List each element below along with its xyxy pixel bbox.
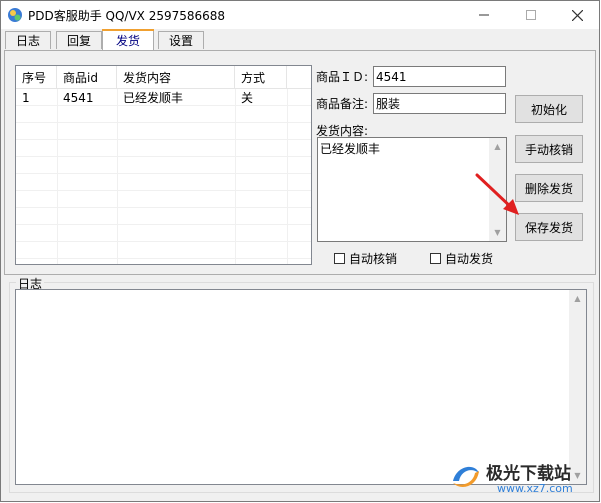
tab-reply[interactable]: 回复 — [56, 31, 102, 49]
close-button[interactable] — [554, 1, 600, 29]
product-note-label: 商品备注: — [316, 97, 369, 111]
column-header-index[interactable]: 序号 — [16, 66, 57, 88]
table-row-empty — [16, 191, 311, 208]
table-row-empty — [16, 174, 311, 191]
title-bar: PDD客服助手 QQ/VX 2597586688 — [1, 1, 599, 29]
app-icon — [8, 8, 22, 22]
column-header-content[interactable]: 发货内容 — [117, 66, 235, 88]
minimize-icon — [479, 14, 489, 16]
cell-product-id: 4541 — [63, 90, 94, 105]
table-row-empty — [16, 225, 311, 242]
shipping-table[interactable]: 序号 商品id 发货内容 方式 1 4541 已经发顺丰 关 — [15, 65, 312, 265]
auto-ship-label: 自动发货 — [445, 252, 494, 266]
table-header: 序号 商品id 发货内容 方式 — [16, 66, 311, 89]
scroll-up-icon[interactable]: ▲ — [489, 138, 506, 155]
tab-ship[interactable]: 发货 — [102, 29, 154, 50]
cell-index: 1 — [22, 90, 30, 105]
checkbox-icon[interactable] — [430, 253, 441, 264]
table-row-empty — [16, 242, 311, 259]
table-row-empty — [16, 208, 311, 225]
maximize-icon — [526, 10, 536, 20]
checkbox-icon[interactable] — [334, 253, 345, 264]
save-ship-button[interactable]: 保存发货 — [515, 213, 583, 241]
product-note-input[interactable]: 服装 — [373, 93, 506, 114]
minimize-button[interactable] — [461, 1, 507, 29]
product-id-label: 商品ＩＤ: — [316, 70, 369, 84]
column-header-product-id[interactable]: 商品id — [57, 66, 117, 88]
manual-verify-button[interactable]: 手动核销 — [515, 135, 583, 163]
cell-content: 已经发顺丰 — [123, 91, 184, 105]
scroll-up-icon[interactable]: ▲ — [569, 290, 586, 307]
cell-method: 关 — [241, 91, 254, 105]
tab-settings[interactable]: 设置 — [158, 31, 204, 49]
maximize-button[interactable] — [508, 1, 554, 29]
product-id-input[interactable]: 4541 — [373, 66, 506, 87]
tab-log[interactable]: 日志 — [5, 31, 51, 49]
delete-ship-button[interactable]: 删除发货 — [515, 174, 583, 202]
table-row[interactable]: 1 4541 已经发顺丰 关 — [16, 89, 311, 106]
table-row-empty — [16, 106, 311, 123]
init-button[interactable]: 初始化 — [515, 95, 583, 123]
table-row-empty — [16, 123, 311, 140]
tab-strip: 日志 回复 发货 设置 — [3, 29, 599, 51]
auto-verify-label: 自动核销 — [349, 252, 398, 266]
red-arrow-icon — [475, 173, 519, 215]
watermark-swirl-icon — [453, 466, 479, 487]
auto-ship-checkbox[interactable]: 自动发货 — [430, 250, 493, 267]
close-icon — [571, 9, 583, 21]
auto-verify-checkbox[interactable]: 自动核销 — [334, 250, 397, 267]
scroll-down-icon[interactable]: ▼ — [489, 224, 506, 241]
column-header-method[interactable]: 方式 — [235, 66, 287, 88]
window-title: PDD客服助手 QQ/VX 2597586688 — [28, 9, 226, 23]
watermark-logo: 极光下载站 www.xz7.com — [441, 453, 601, 503]
watermark-url: www.xz7.com — [497, 482, 573, 495]
content-text: 已经发顺丰 — [320, 142, 381, 156]
table-row-empty — [16, 157, 311, 174]
table-row-empty — [16, 140, 311, 157]
app-window: PDD客服助手 QQ/VX 2597586688 日志 回复 发货 设置 序号 … — [0, 0, 600, 502]
watermark-brand: 极光下载站 — [486, 464, 571, 484]
